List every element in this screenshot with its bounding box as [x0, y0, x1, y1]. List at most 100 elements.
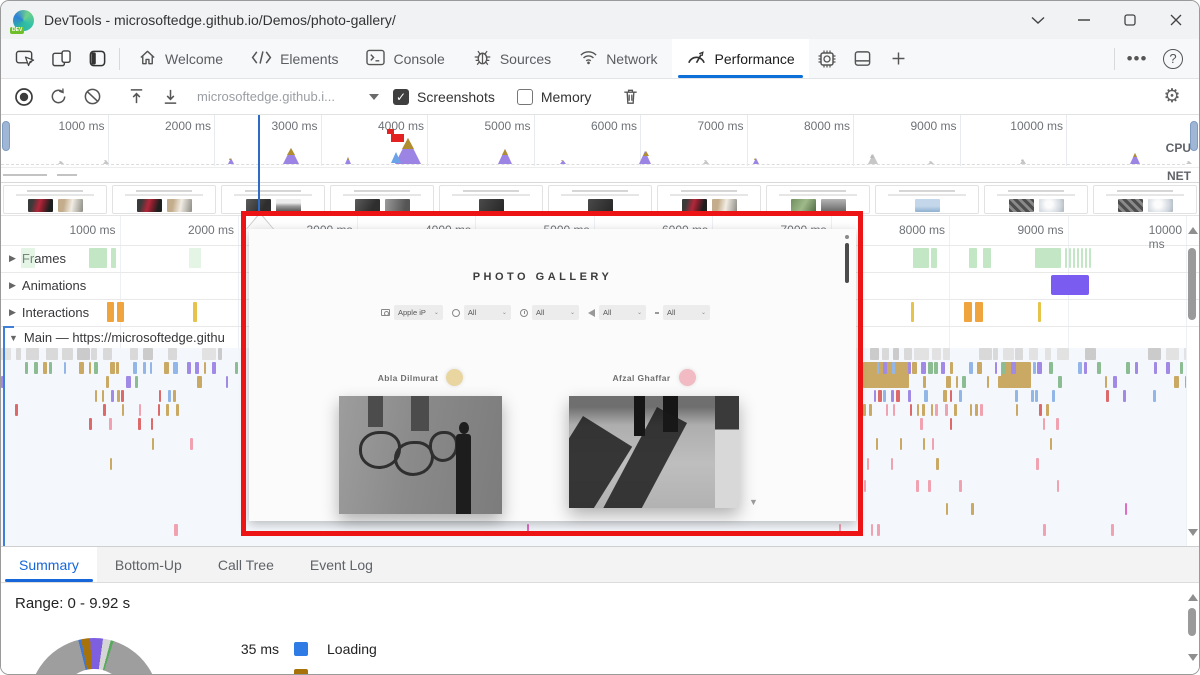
flame-bar[interactable]: [174, 524, 178, 536]
flame-bar[interactable]: [1166, 362, 1170, 374]
flame-bar[interactable]: [1003, 348, 1014, 360]
flame-bar[interactable]: [110, 362, 115, 374]
frame-block[interactable]: [1065, 248, 1067, 268]
filter-select[interactable]: All⌄: [599, 305, 646, 320]
flame-bar[interactable]: [64, 362, 66, 374]
device-emulation-icon[interactable]: [43, 39, 79, 78]
interaction-bar[interactable]: [911, 302, 914, 322]
flame-bar[interactable]: [950, 418, 952, 430]
flame-bar[interactable]: [1035, 390, 1037, 402]
flame-bar[interactable]: [122, 404, 124, 416]
save-profile-icon[interactable]: [153, 87, 187, 106]
flame-bar[interactable]: [226, 376, 228, 388]
frame-block[interactable]: [1077, 248, 1079, 268]
flame-bar[interactable]: [197, 376, 202, 388]
flame-bar[interactable]: [943, 390, 947, 402]
collapse-triangle-icon[interactable]: ▶: [9, 307, 16, 318]
flame-bar[interactable]: [168, 390, 171, 402]
frame-block[interactable]: [189, 248, 201, 268]
flame-bar[interactable]: [959, 390, 962, 402]
flame-bar[interactable]: [914, 348, 928, 360]
flame-bar[interactable]: [1011, 362, 1015, 374]
flame-bar[interactable]: [923, 376, 926, 388]
flame-bar[interactable]: [89, 418, 92, 430]
flame-bar[interactable]: [998, 376, 1002, 388]
gallery-filter[interactable]: All⌄: [655, 305, 710, 320]
flame-bar[interactable]: [1017, 376, 1021, 388]
flame-bar[interactable]: [43, 362, 47, 374]
flame-bar[interactable]: [1174, 376, 1180, 388]
flame-bar[interactable]: [934, 362, 937, 374]
timeline-overview[interactable]: CPU NET 1000 ms2000 ms3000 ms4000 ms5000…: [1, 115, 1199, 183]
flame-bar[interactable]: [946, 376, 951, 388]
flame-bar[interactable]: [1045, 348, 1051, 360]
scroll-up-arrow[interactable]: [1188, 227, 1198, 234]
flame-bar[interactable]: [1049, 362, 1053, 374]
flame-bar[interactable]: [138, 418, 141, 430]
flame-bar[interactable]: [1043, 418, 1045, 430]
flame-bar[interactable]: [872, 362, 875, 374]
flame-bar[interactable]: [212, 362, 216, 374]
flame-bar[interactable]: [920, 418, 923, 430]
flame-bar[interactable]: [883, 362, 886, 374]
frame-block[interactable]: [913, 248, 929, 268]
frame-block[interactable]: [1035, 248, 1061, 268]
flame-bar[interactable]: [876, 438, 878, 450]
flame-bar[interactable]: [928, 480, 930, 492]
frame-block[interactable]: [931, 248, 937, 268]
flame-bar[interactable]: [971, 503, 974, 515]
flame-bar[interactable]: [139, 404, 141, 416]
flame-bar[interactable]: [892, 362, 895, 374]
flame-bar[interactable]: [1031, 390, 1034, 402]
flame-bar[interactable]: [173, 362, 177, 374]
flame-bar[interactable]: [867, 458, 870, 470]
flame-bar[interactable]: [117, 390, 119, 402]
filter-select[interactable]: Apple iP⌄: [394, 305, 443, 320]
flame-bar[interactable]: [950, 390, 953, 402]
bottom-tab-summary[interactable]: Summary: [1, 547, 97, 582]
flame-bar[interactable]: [173, 390, 176, 402]
flame-bar[interactable]: [1105, 376, 1107, 388]
scroll-up-arrow[interactable]: [1188, 594, 1198, 601]
flame-bar[interactable]: [950, 362, 953, 374]
help-icon[interactable]: ?: [1155, 39, 1191, 78]
flame-bar[interactable]: [864, 480, 866, 492]
flame-bar[interactable]: [886, 404, 888, 416]
flame-bar[interactable]: [166, 404, 169, 416]
flame-bar[interactable]: [109, 418, 111, 430]
expand-triangle-icon[interactable]: ▼: [9, 333, 18, 343]
clear-button[interactable]: [75, 87, 109, 106]
frame-block[interactable]: [1089, 248, 1091, 268]
flame-bar[interactable]: [980, 404, 982, 416]
flame-bar[interactable]: [202, 348, 216, 360]
tab-welcome[interactable]: Welcome: [124, 39, 237, 78]
flame-bar[interactable]: [898, 362, 902, 374]
flame-bar[interactable]: [932, 348, 941, 360]
flame-bar[interactable]: [1037, 362, 1042, 374]
flame-bar[interactable]: [891, 390, 893, 402]
flame-bar[interactable]: [969, 362, 974, 374]
flame-bar[interactable]: [25, 362, 28, 374]
flame-bar[interactable]: [883, 390, 886, 402]
minimize-button[interactable]: [1061, 1, 1107, 39]
frame-block[interactable]: [89, 248, 107, 268]
maximize-button[interactable]: [1107, 1, 1153, 39]
flame-bar[interactable]: [1058, 376, 1062, 388]
flame-bar[interactable]: [1106, 390, 1109, 402]
filmstrip-frame[interactable]: [439, 185, 543, 214]
gallery-filter[interactable]: All⌄: [588, 305, 646, 320]
frame-block[interactable]: [1085, 248, 1087, 268]
scroll-down-arrow[interactable]: [1188, 654, 1198, 661]
record-button[interactable]: [7, 87, 41, 107]
flame-bar[interactable]: [26, 348, 39, 360]
flame-bar[interactable]: [34, 362, 38, 374]
flame-bar[interactable]: [1036, 458, 1039, 470]
flame-bar[interactable]: [235, 362, 238, 374]
filmstrip-frame[interactable]: [112, 185, 216, 214]
flame-bar[interactable]: [1125, 503, 1127, 515]
gallery-filter[interactable]: Apple iP⌄: [381, 305, 443, 320]
flame-bar[interactable]: [1148, 348, 1162, 360]
frame-block[interactable]: [983, 248, 991, 268]
flame-bar[interactable]: [16, 348, 21, 360]
gallery-filter[interactable]: All⌄: [452, 305, 511, 320]
